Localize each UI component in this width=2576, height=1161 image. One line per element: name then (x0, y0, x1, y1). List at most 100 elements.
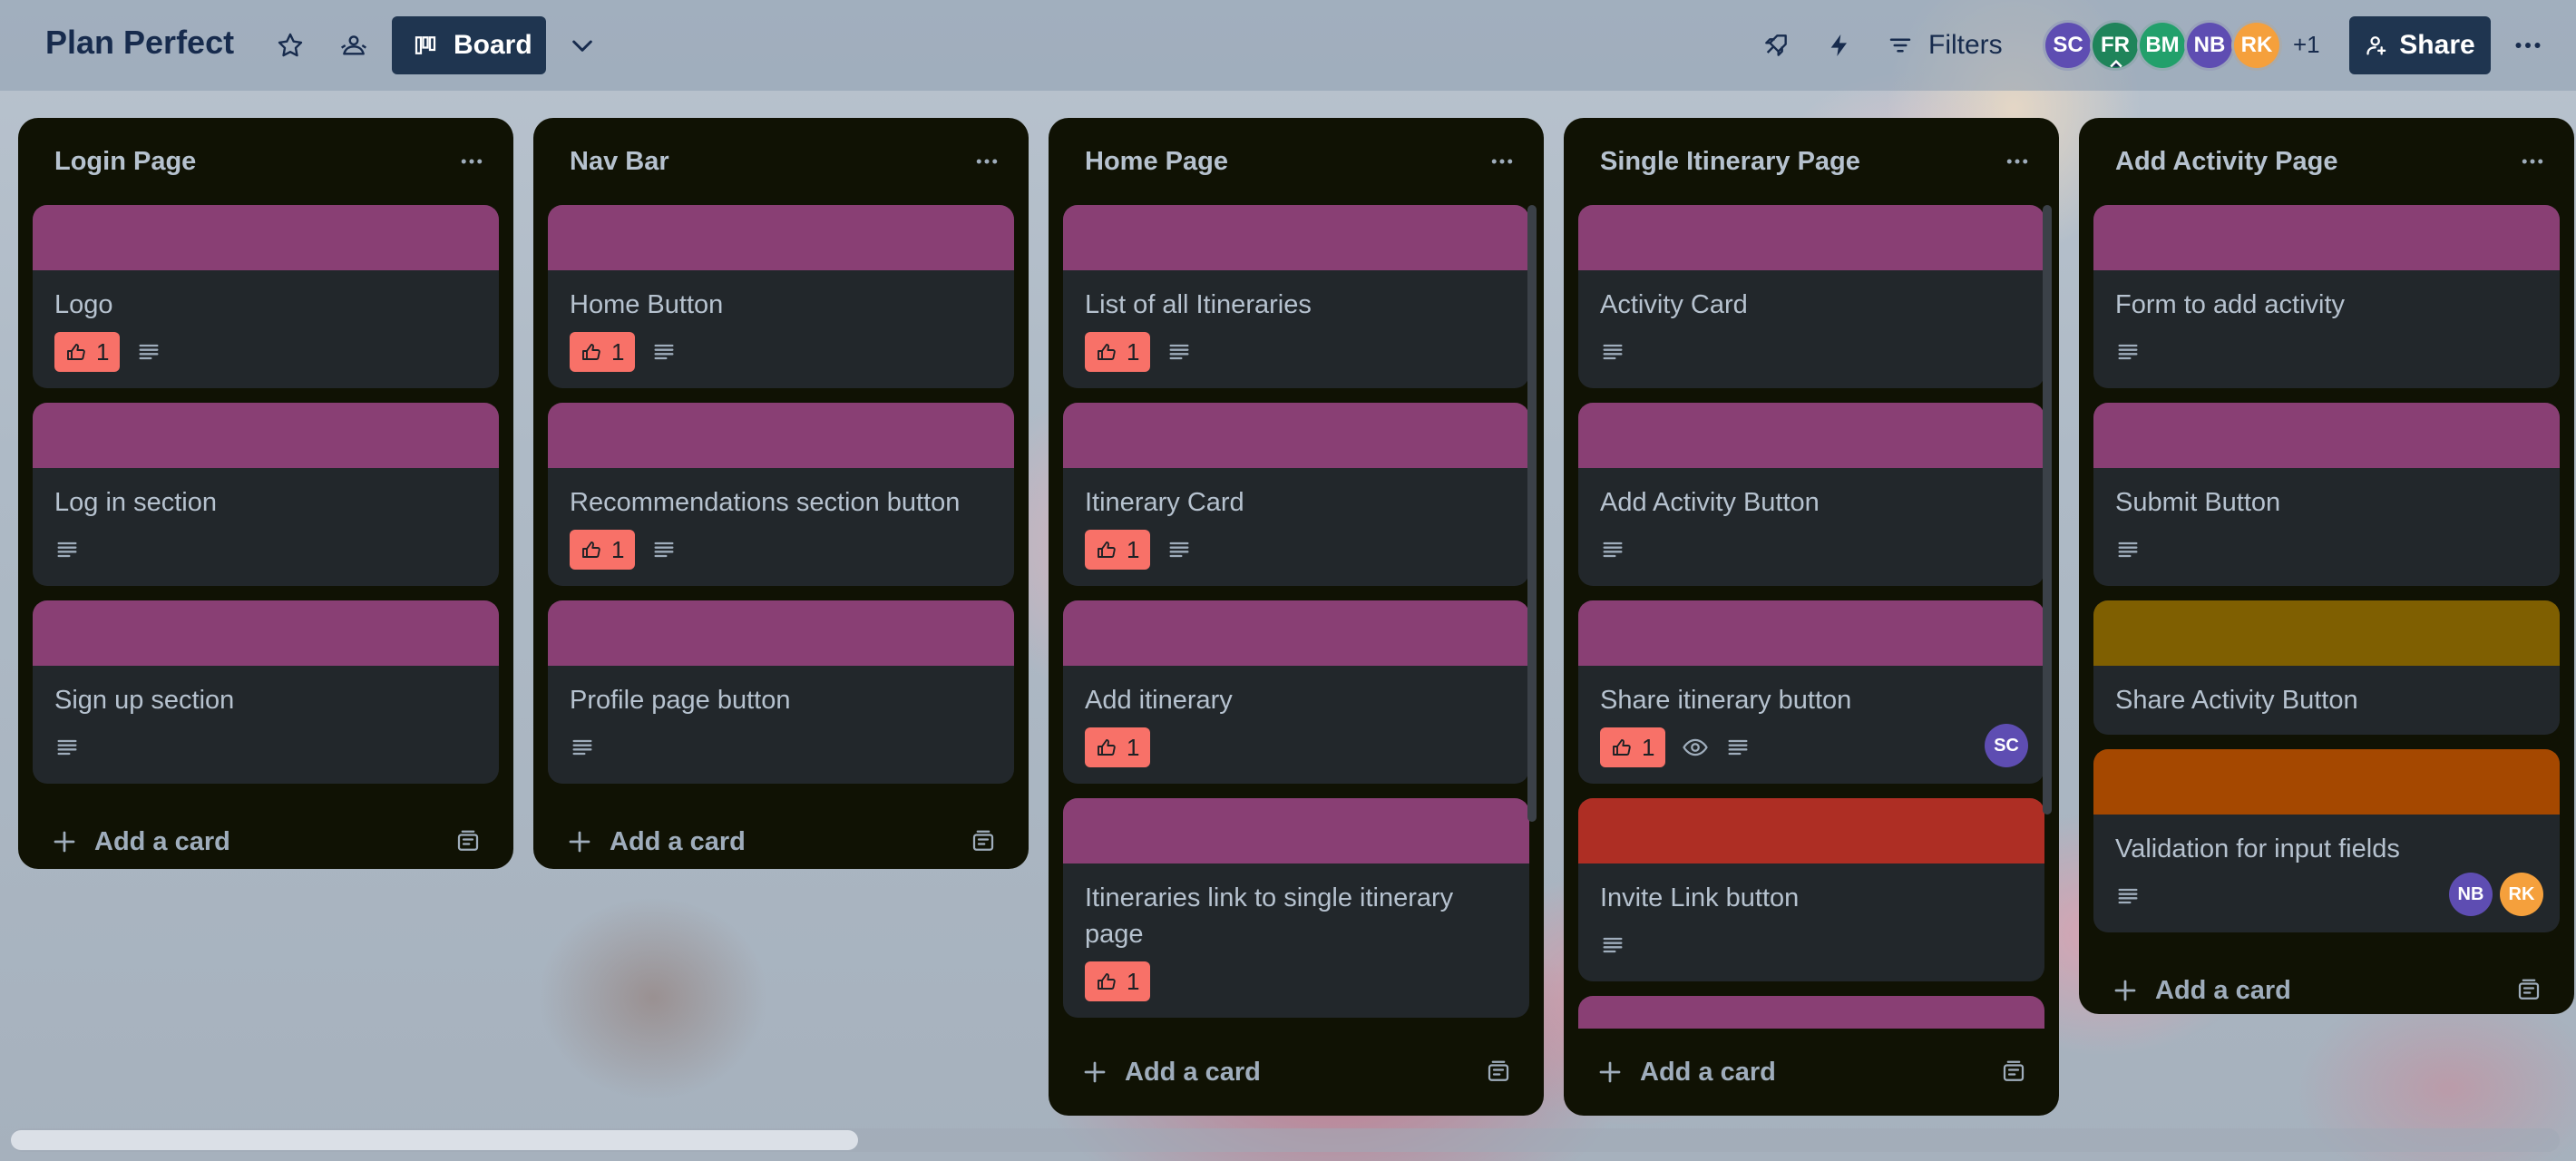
add-card-button[interactable]: Add a card (51, 827, 230, 857)
card[interactable]: Profile page button (548, 600, 1014, 784)
list-menu-icon[interactable] (452, 141, 492, 181)
vote-badge[interactable]: 1 (1085, 530, 1151, 570)
vote-icon (581, 539, 602, 561)
scrollbar-thumb[interactable] (11, 1130, 858, 1150)
add-card-button[interactable]: Add a card (1596, 1058, 1776, 1088)
star-icon[interactable] (270, 25, 310, 65)
card[interactable]: Submit Button (2093, 403, 2560, 586)
add-card-button[interactable]: Add a card (2112, 976, 2291, 1006)
card[interactable]: Itinerary Card 1 (1063, 403, 1529, 586)
list-scrollbar[interactable] (1527, 205, 1537, 822)
member-avatar[interactable]: FR (2090, 20, 2141, 71)
vote-icon (1611, 737, 1633, 758)
list-nav-bar: Nav Bar Home Button 1 Recommendations se… (533, 118, 1029, 869)
member-avatar[interactable]: BM (2137, 20, 2188, 71)
card[interactable]: List of all Itineraries 1 (1063, 205, 1529, 388)
card-cover-label (1578, 403, 2044, 468)
card[interactable]: Recommendations section button 1 (548, 403, 1014, 586)
card-title: Recommendations section button (570, 488, 961, 517)
card-partial[interactable] (1578, 996, 2044, 1029)
card-cover-label (548, 600, 1014, 666)
list-menu-icon[interactable] (2513, 141, 2552, 181)
card[interactable]: Share itinerary button 1 SC (1578, 600, 2044, 784)
list-scrollbar[interactable] (2043, 205, 2052, 815)
board-menu-icon[interactable] (2505, 25, 2551, 65)
card-members: SC (1985, 724, 2028, 767)
vote-badge[interactable]: 1 (570, 530, 636, 570)
share-label: Share (2399, 30, 2475, 60)
card[interactable]: Add itinerary 1 (1063, 600, 1529, 784)
power-ups-rocket-icon[interactable] (1756, 25, 1796, 65)
list-title[interactable]: Login Page (54, 147, 196, 177)
chevron-down-icon[interactable] (562, 25, 602, 65)
board-title[interactable]: Plan Perfect (45, 24, 234, 62)
list-title[interactable]: Add Activity Page (2115, 147, 2337, 177)
member-avatar[interactable]: NB (2184, 20, 2235, 71)
add-card-button[interactable]: Add a card (1081, 1058, 1261, 1088)
add-card-label: Add a card (610, 826, 746, 856)
card-cover-label (2093, 205, 2560, 270)
description-icon (54, 537, 80, 562)
create-from-template-icon[interactable] (1994, 1052, 2034, 1092)
list-menu-icon[interactable] (1997, 141, 2037, 181)
vote-badge[interactable]: 1 (570, 332, 636, 372)
description-icon (1166, 339, 1192, 365)
member-avatar[interactable]: SC (2043, 20, 2093, 71)
card[interactable]: Validation for input fields NB RK (2093, 749, 2560, 932)
workspace-visibility-icon[interactable] (334, 25, 374, 65)
card-member-avatar[interactable]: RK (2500, 873, 2543, 916)
vote-badge[interactable]: 1 (1600, 727, 1666, 767)
description-icon (1600, 537, 1625, 562)
list-menu-icon[interactable] (1482, 141, 1522, 181)
card[interactable]: Itineraries link to single itinerary pag… (1063, 798, 1529, 1018)
member-initials: NB (2457, 883, 2484, 904)
member-avatar[interactable]: RK (2231, 20, 2282, 71)
card[interactable]: Share Activity Button (2093, 600, 2560, 735)
description-icon (651, 339, 677, 365)
card-member-avatar[interactable]: SC (1985, 724, 2028, 767)
card-member-avatar[interactable]: NB (2449, 873, 2493, 916)
vote-badge[interactable]: 1 (1085, 332, 1151, 372)
list-menu-icon[interactable] (967, 141, 1007, 181)
card-cover-label (548, 205, 1014, 270)
card-cover-label (1578, 600, 2044, 666)
add-card-label: Add a card (1125, 1057, 1261, 1087)
list-title[interactable]: Nav Bar (570, 147, 669, 177)
more-members-count[interactable]: +1 (2293, 31, 2320, 59)
vote-badge[interactable]: 1 (1085, 961, 1151, 1001)
filters-button[interactable]: Filters (1887, 22, 2003, 69)
create-from-template-icon[interactable] (2509, 971, 2549, 1010)
member-initials: RK (2240, 33, 2273, 57)
vote-icon (1096, 539, 1117, 561)
card[interactable]: Invite Link button (1578, 798, 2044, 981)
vote-badge[interactable]: 1 (1085, 727, 1151, 767)
vote-badge[interactable]: 1 (54, 332, 121, 372)
card-cover-label (1063, 798, 1529, 863)
card[interactable]: Sign up section (33, 600, 499, 784)
board-header: Plan Perfect Board Filters SC FR BM NB R… (0, 0, 2576, 91)
list-single-itinerary-page: Single Itinerary Page Activity Card Add … (1564, 118, 2059, 1116)
share-button[interactable]: Share (2349, 16, 2491, 74)
board-view-button[interactable]: Board (392, 16, 546, 74)
list-title[interactable]: Home Page (1085, 147, 1228, 177)
card[interactable]: Logo 1 (33, 205, 499, 388)
vote-count: 1 (1642, 733, 1655, 761)
member-initials: SC (1994, 735, 2019, 756)
card[interactable]: Home Button 1 (548, 205, 1014, 388)
create-from-template-icon[interactable] (448, 822, 488, 862)
create-from-template-icon[interactable] (963, 822, 1003, 862)
card[interactable]: Activity Card (1578, 205, 2044, 388)
card[interactable]: Log in section (33, 403, 499, 586)
card[interactable]: Add Activity Button (1578, 403, 2044, 586)
add-card-button[interactable]: Add a card (566, 827, 746, 857)
vote-count: 1 (1127, 967, 1140, 995)
automation-bolt-icon[interactable] (1820, 25, 1859, 65)
list-title[interactable]: Single Itinerary Page (1600, 147, 1860, 177)
card[interactable]: Form to add activity (2093, 205, 2560, 388)
plus-icon (1596, 1059, 1624, 1086)
card-cover-label (1578, 205, 2044, 270)
create-from-template-icon[interactable] (1478, 1052, 1518, 1092)
add-card-label: Add a card (1640, 1057, 1776, 1087)
board-horizontal-scrollbar[interactable] (11, 1128, 2560, 1152)
vote-count: 1 (1127, 535, 1140, 563)
